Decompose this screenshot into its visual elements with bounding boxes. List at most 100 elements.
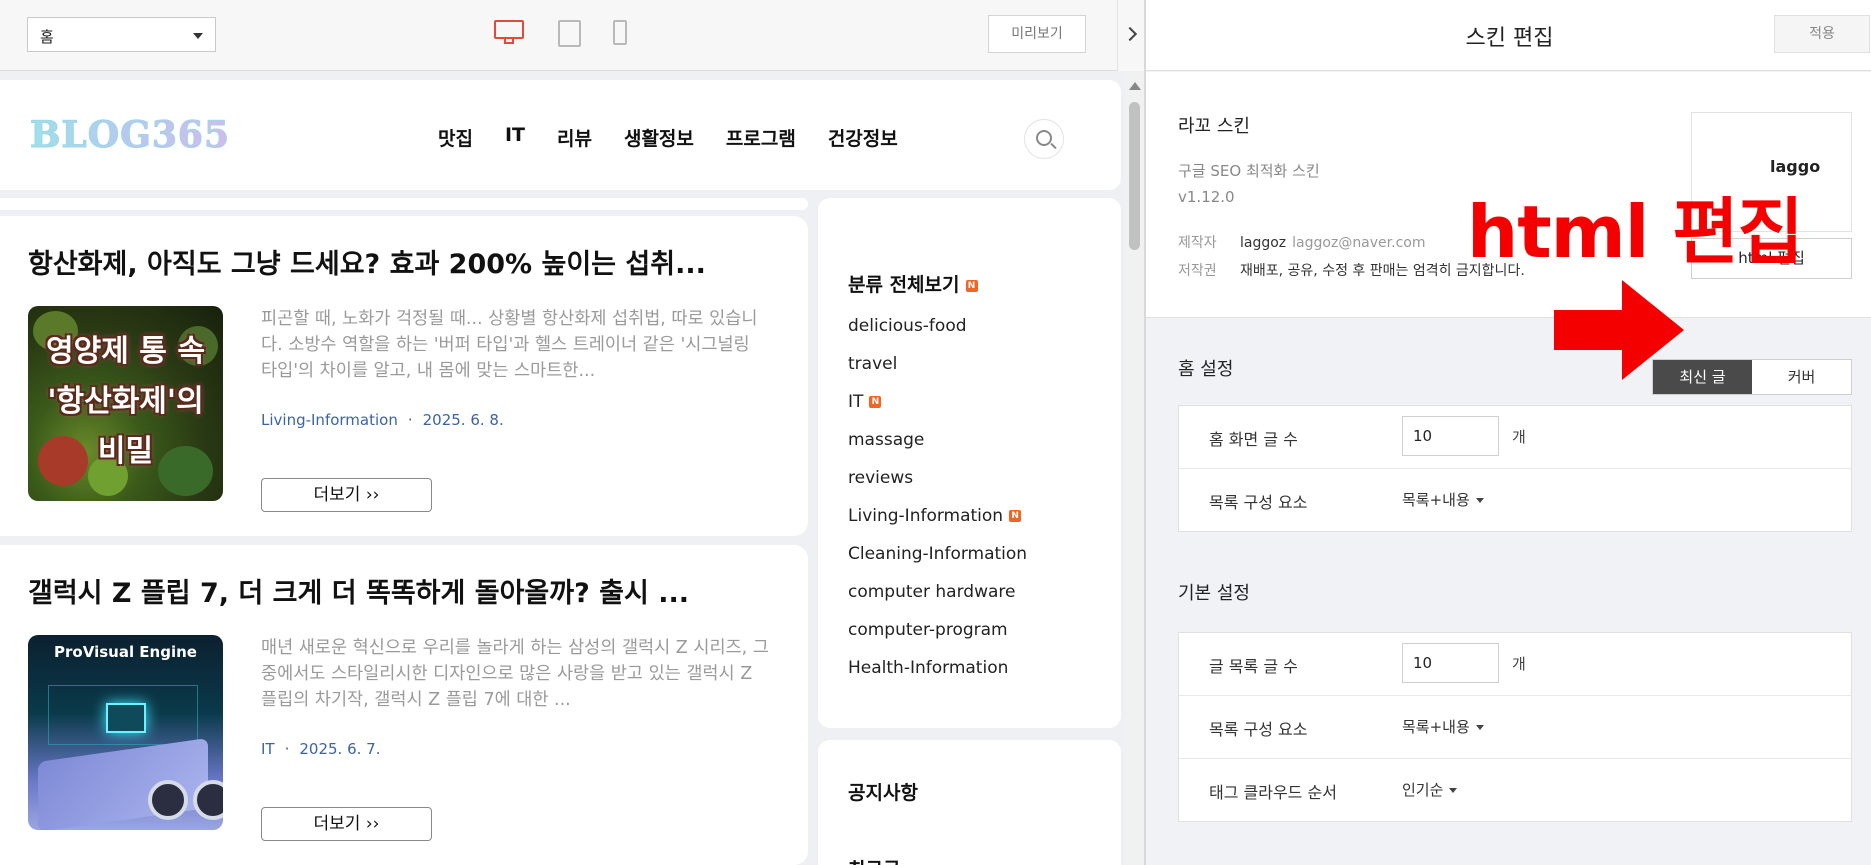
skin-info: 라꼬 스킨 구글 SEO 최적화 스킨 v1.12.0 제작자 laggoz lag… — [1146, 72, 1871, 380]
chevron-down-icon — [1475, 725, 1484, 730]
category-item[interactable]: computer-program — [848, 619, 1027, 657]
category-list: delicious-food travel IT Nmassage reviews Liv… — [848, 315, 1027, 695]
home-settings: 홈 설정 최신 글 커버 홈 화면 글 수 개 목록 구성 요소 목록+내용 — [1146, 319, 1871, 569]
post-category[interactable]: IT — [261, 740, 275, 758]
skin-maker: 제작자 laggoz laggoz@naver.com — [1178, 235, 1426, 251]
nav-item[interactable]: 맛집 — [438, 124, 473, 151]
chevron-down-icon — [1449, 788, 1458, 793]
post-title[interactable]: 항산화제, 아직도 그냥 드세요? 효과 200% 높이는 섭취... — [28, 242, 706, 281]
mobile-view-icon[interactable] — [613, 20, 627, 45]
setting-row: 홈 화면 글 수 개 — [1179, 406, 1851, 469]
tag-cloud-order-dropdown[interactable]: 인기순 — [1402, 779, 1458, 800]
home-settings-box: 홈 화면 글 수 개 목록 구성 요소 목록+내용 — [1178, 405, 1852, 532]
category-item[interactable]: delicious-food — [848, 315, 1027, 353]
blog-preview-frame: BLOG365 맛집 IT 리뷰 생활정보 프로그램 건강정보 항산화제, 아직… — [0, 72, 1131, 865]
editor-title: 스킨 편집 — [1465, 26, 1554, 51]
category-sidebar: 분류 전체보기 N delicious-food travel IT Nmassage r… — [818, 198, 1121, 728]
setting-row: 글 목록 글 수 개 — [1179, 633, 1851, 696]
preview-button[interactable]: 미리보기 — [988, 15, 1086, 53]
section-title: 홈 설정 — [1178, 359, 1234, 380]
post-date: 2025. 6. 8. — [422, 411, 504, 429]
category-item[interactable]: IT N — [848, 391, 1027, 429]
skin-thumbnail-logo: laggo — [1770, 157, 1821, 176]
setting-label: 태그 클라우드 순서 — [1209, 783, 1337, 802]
preview-panel: 홈 미리보기 BLOG365 맛집 IT 리뷰 생활정보 프로그램 건강정보 항… — [0, 0, 1144, 865]
nav-item[interactable]: IT — [505, 124, 525, 151]
editor-header: 스킨 편집 적용 — [1146, 0, 1871, 71]
setting-label: 목록 구성 요소 — [1209, 493, 1308, 512]
annotation-text: html 편집 — [1467, 190, 1804, 274]
list-layout-dropdown[interactable]: 목록+내용 — [1402, 716, 1484, 737]
skin-editor-panel: 스킨 편집 적용 라꼬 스킨 구글 SEO 최적화 스킨 v1.12.0 제작자… — [1144, 0, 1871, 865]
camera-icon — [193, 780, 223, 820]
blog-logo[interactable]: BLOG365 — [30, 114, 230, 157]
category-item[interactable]: Cleaning-Information — [848, 543, 1027, 581]
nav-item[interactable]: 프로그램 — [726, 124, 796, 151]
post-category[interactable]: Living-Information — [261, 411, 398, 429]
camera-icon — [148, 780, 188, 820]
home-layout-dropdown[interactable]: 목록+내용 — [1402, 489, 1484, 510]
basic-settings-box: 글 목록 글 수 개 목록 구성 요소 목록+내용 태그 클라우드 순서 인기순 — [1178, 632, 1852, 822]
header-divider — [0, 198, 808, 210]
search-button[interactable] — [1024, 119, 1064, 159]
new-badge: N — [869, 396, 882, 408]
page-select[interactable]: 홈 — [27, 17, 216, 52]
post-thumbnail[interactable]: ProVisual Engine — [28, 635, 223, 830]
category-item[interactable]: computer hardware — [848, 581, 1027, 619]
list-post-count-input[interactable] — [1402, 643, 1499, 683]
post-excerpt: 매년 새로운 혁신으로 우리를 놀라게 하는 삼성의 갤럭시 Z 시리즈, 그중… — [261, 638, 769, 710]
recent-posts-title[interactable]: 최근글 — [848, 855, 900, 865]
skin-version: v1.12.0 — [1178, 188, 1235, 206]
scroll-up-icon[interactable] — [1129, 82, 1141, 90]
preview-scrollbar[interactable] — [1125, 72, 1144, 865]
category-item[interactable]: Health-Information — [848, 657, 1027, 695]
post-card: 항산화제, 아직도 그냥 드세요? 효과 200% 높이는 섭취... 영양제 … — [0, 216, 808, 536]
desktop-view-icon[interactable] — [494, 20, 524, 44]
unit-label: 개 — [1512, 428, 1526, 446]
tablet-view-icon[interactable] — [558, 20, 581, 47]
category-item[interactable]: Living-Information N — [848, 505, 1027, 543]
setting-row: 목록 구성 요소 목록+내용 — [1179, 696, 1851, 759]
unit-label: 개 — [1512, 655, 1526, 673]
tab-cover[interactable]: 커버 — [1752, 360, 1851, 394]
thumbnail-text: 비밀 — [97, 434, 154, 469]
nav-item[interactable]: 리뷰 — [557, 124, 592, 151]
scrollbar-thumb[interactable] — [1129, 102, 1140, 250]
post-title[interactable]: 갤럭시 Z 플립 7, 더 크게 더 똑똑하게 돌아올까? 출시 ... — [28, 571, 689, 610]
new-badge: N — [965, 279, 978, 292]
home-tab-group: 최신 글 커버 — [1652, 359, 1852, 395]
chevron-down-icon — [193, 33, 203, 39]
page-select-value: 홈 — [40, 28, 54, 46]
post-meta: Living-Information · 2025. 6. 8. — [261, 411, 504, 429]
category-item[interactable]: reviews — [848, 467, 1027, 505]
home-post-count-input[interactable] — [1402, 416, 1499, 456]
post-card: 갤럭시 Z 플립 7, 더 크게 더 똑똑하게 돌아올까? 출시 ... Pro… — [0, 545, 808, 865]
nav-item[interactable]: 건강정보 — [828, 124, 898, 151]
post-date: 2025. 6. 7. — [299, 740, 381, 758]
post-thumbnail[interactable]: 영양제 통 속 '항산화제'의 비밀 — [28, 306, 223, 501]
collapse-panel-button[interactable] — [1117, 0, 1144, 71]
preview-toolbar: 홈 미리보기 — [0, 0, 1144, 71]
thumbnail-text: 영양제 통 속 — [46, 334, 205, 369]
read-more-button[interactable]: 더보기 ›› — [261, 478, 432, 512]
post-excerpt: 피곤할 때, 노화가 걱정될 때... 상황별 항산화제 섭취법, 따로 있습니… — [261, 309, 758, 381]
tab-recent-posts[interactable]: 최신 글 — [1653, 360, 1752, 394]
chevron-down-icon — [1475, 498, 1484, 503]
read-more-button[interactable]: 더보기 ›› — [261, 807, 432, 841]
basic-settings: 기본 설정 글 목록 글 수 개 목록 구성 요소 목록+내용 태그 클라우드 … — [1146, 579, 1871, 865]
thumbnail-text: ProVisual Engine — [54, 643, 197, 661]
section-title: 기본 설정 — [1178, 583, 1250, 604]
category-title[interactable]: 분류 전체보기 N — [848, 270, 978, 297]
skin-name: 라꼬 스킨 — [1178, 116, 1250, 137]
category-item[interactable]: massage — [848, 429, 1027, 467]
setting-label: 목록 구성 요소 — [1209, 720, 1308, 739]
apply-button[interactable]: 적용 — [1774, 15, 1870, 53]
setting-row: 태그 클라우드 순서 인기순 — [1179, 759, 1851, 822]
notice-title[interactable]: 공지사항 — [848, 778, 918, 805]
category-item[interactable]: travel — [848, 353, 1027, 391]
blog-header: BLOG365 맛집 IT 리뷰 생활정보 프로그램 건강정보 — [0, 80, 1121, 190]
nav-item[interactable]: 생활정보 — [624, 124, 694, 151]
thumbnail-text: '항산화제'의 — [47, 384, 204, 419]
setting-label: 글 목록 글 수 — [1209, 657, 1298, 676]
skin-description: 구글 SEO 최적화 스킨 — [1178, 162, 1320, 180]
